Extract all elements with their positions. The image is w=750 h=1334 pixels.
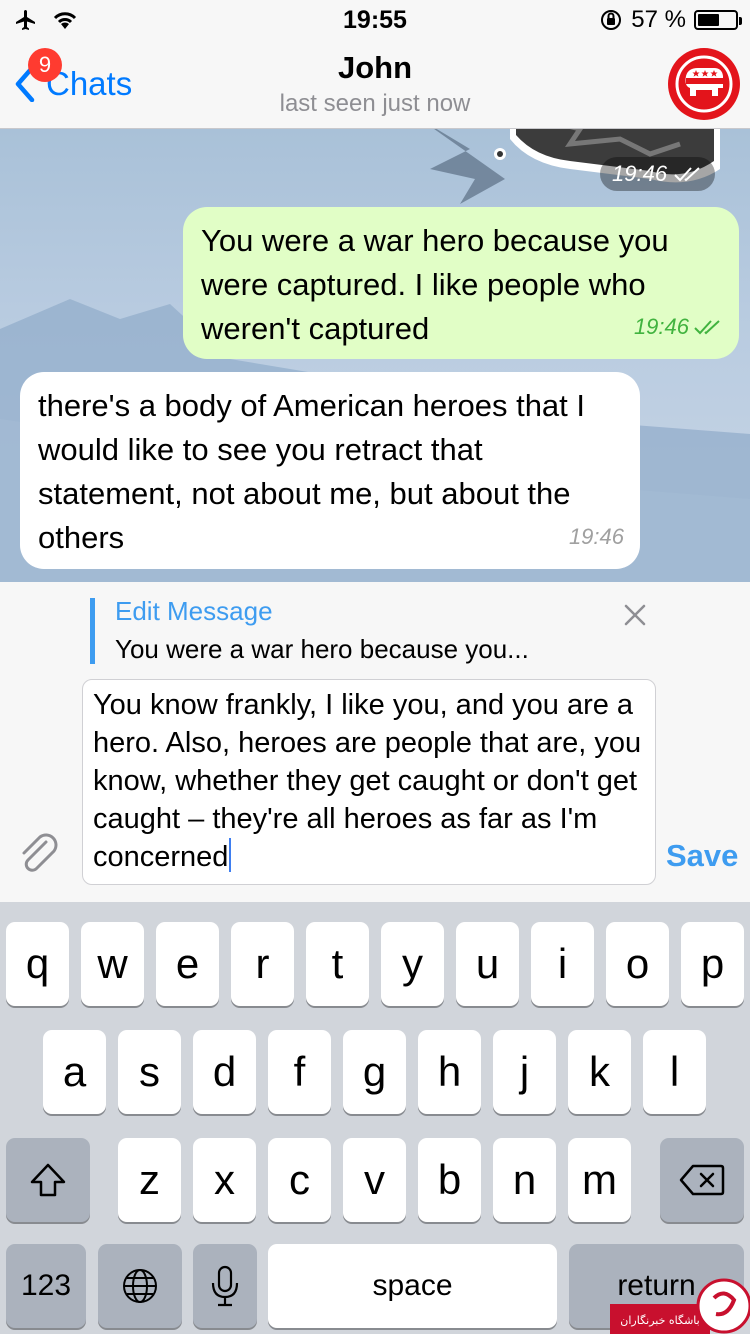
sticker-time-text: 19:46 bbox=[612, 161, 668, 186]
paperclip-icon[interactable] bbox=[16, 832, 62, 878]
shift-icon bbox=[30, 1163, 66, 1197]
space-key[interactable]: space bbox=[268, 1244, 557, 1328]
key-u[interactable]: u bbox=[456, 922, 519, 1006]
watermark-text: باشگاه خبرنگاران bbox=[620, 1314, 699, 1327]
globe-icon bbox=[123, 1269, 157, 1303]
double-check-icon bbox=[674, 167, 700, 182]
close-icon[interactable] bbox=[620, 600, 650, 630]
key-l[interactable]: l bbox=[643, 1030, 706, 1114]
globe-key[interactable] bbox=[98, 1244, 182, 1328]
key-n[interactable]: n bbox=[493, 1138, 556, 1222]
key-k[interactable]: k bbox=[568, 1030, 631, 1114]
key-m[interactable]: m bbox=[568, 1138, 631, 1222]
battery-fill bbox=[698, 14, 719, 26]
double-check-icon bbox=[694, 320, 720, 335]
elephant-icon bbox=[675, 55, 733, 113]
key-p[interactable]: p bbox=[681, 922, 744, 1006]
incoming-message-text: there's a body of American heroes that I… bbox=[38, 388, 586, 555]
status-bar: 19:55 57 % bbox=[0, 0, 750, 40]
last-seen-status: last seen just now bbox=[279, 90, 471, 117]
keyboard: q w e r t y u i o p a s d f g h j k l z … bbox=[0, 902, 750, 1334]
message-input-panel: Edit Message You were a war hero because… bbox=[0, 582, 750, 902]
avatar[interactable] bbox=[668, 48, 740, 120]
shift-key[interactable] bbox=[6, 1138, 90, 1222]
outgoing-message[interactable]: You were a war hero because you were cap… bbox=[183, 207, 739, 359]
key-i[interactable]: i bbox=[531, 922, 594, 1006]
key-s[interactable]: s bbox=[118, 1030, 181, 1114]
key-v[interactable]: v bbox=[343, 1138, 406, 1222]
incoming-message-timestamp: 19:46 bbox=[569, 515, 624, 559]
incoming-time-text: 19:46 bbox=[568, 524, 624, 549]
key-t[interactable]: t bbox=[306, 922, 369, 1006]
edit-message-title: Edit Message bbox=[115, 596, 273, 626]
key-x[interactable]: x bbox=[193, 1138, 256, 1222]
key-a[interactable]: a bbox=[43, 1030, 106, 1114]
backspace-icon bbox=[679, 1164, 725, 1196]
dictation-key[interactable] bbox=[193, 1244, 257, 1328]
outgoing-time-text: 19:46 bbox=[633, 314, 689, 339]
save-button[interactable]: Save bbox=[666, 838, 738, 874]
key-g[interactable]: g bbox=[343, 1030, 406, 1114]
key-w[interactable]: w bbox=[81, 922, 144, 1006]
outgoing-message-timestamp: 19:46 bbox=[634, 305, 723, 349]
message-text-field[interactable]: You know frankly, I like you, and you ar… bbox=[82, 679, 656, 885]
key-q[interactable]: q bbox=[6, 922, 69, 1006]
sticker-timestamp: 19:46 bbox=[600, 157, 716, 191]
key-d[interactable]: d bbox=[193, 1030, 256, 1114]
status-right: 57 % bbox=[599, 6, 742, 34]
delete-key[interactable] bbox=[660, 1138, 744, 1222]
incoming-message[interactable]: there's a body of American heroes that I… bbox=[20, 372, 640, 569]
key-z[interactable]: z bbox=[118, 1138, 181, 1222]
text-cursor bbox=[229, 838, 232, 872]
rotation-lock-icon bbox=[601, 10, 622, 30]
contact-name: John bbox=[337, 50, 413, 85]
key-y[interactable]: y bbox=[381, 922, 444, 1006]
outgoing-message-text: You were a war hero because you were cap… bbox=[201, 223, 669, 346]
battery-icon bbox=[694, 10, 742, 30]
watermark-logo: باشگاه خبرنگاران bbox=[610, 1278, 750, 1334]
edit-accent-bar bbox=[90, 598, 95, 664]
chat-background: 19:46 You were a war hero because you we… bbox=[0, 129, 750, 582]
message-text-value: You know frankly, I like you, and you ar… bbox=[93, 689, 642, 873]
key-o[interactable]: o bbox=[606, 922, 669, 1006]
key-f[interactable]: f bbox=[268, 1030, 331, 1114]
numbers-key[interactable]: 123 bbox=[6, 1244, 86, 1328]
microphone-icon bbox=[211, 1265, 239, 1307]
key-b[interactable]: b bbox=[418, 1138, 481, 1222]
edit-message-preview: You were a war hero because you... bbox=[115, 634, 529, 664]
key-h[interactable]: h bbox=[418, 1030, 481, 1114]
key-c[interactable]: c bbox=[268, 1138, 331, 1222]
key-j[interactable]: j bbox=[493, 1030, 556, 1114]
key-r[interactable]: r bbox=[231, 922, 294, 1006]
key-e[interactable]: e bbox=[156, 922, 219, 1006]
battery-percent: 57 % bbox=[631, 6, 686, 33]
nav-bar: Chats 9 John last seen just now bbox=[0, 40, 750, 129]
